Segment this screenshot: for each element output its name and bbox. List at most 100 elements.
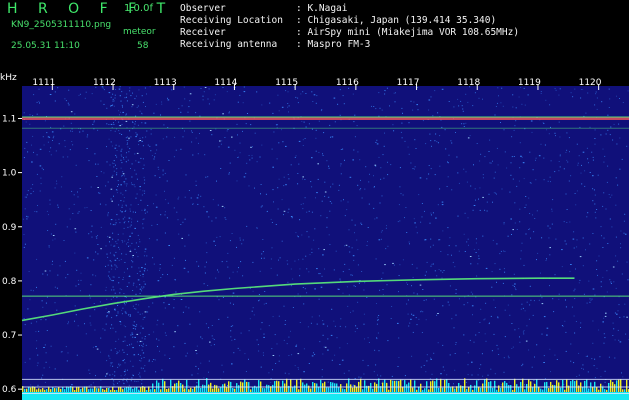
speckle-dot	[615, 255, 617, 257]
speckle-dot	[524, 310, 526, 312]
x-tick-label: 1119	[518, 78, 541, 88]
speckle-dot	[196, 261, 198, 263]
speckle-dot	[52, 239, 54, 241]
speckle-dot	[122, 194, 124, 196]
speckle-dot	[124, 216, 126, 218]
speckle-dot	[596, 108, 598, 110]
speckle-dot	[386, 284, 388, 286]
speckle-dot	[144, 316, 146, 318]
speckle-dot	[467, 364, 469, 366]
speckle-dot	[126, 93, 128, 95]
speckle-dot	[583, 293, 585, 295]
speckle-dot	[110, 223, 112, 225]
speckle-dot	[233, 352, 235, 354]
speckle-dot	[177, 325, 179, 327]
speckle-dot	[63, 125, 65, 127]
speckle-dot	[144, 365, 146, 367]
speckle-dot	[411, 263, 413, 265]
speckle-dot	[437, 112, 439, 114]
speckle-dot	[168, 245, 170, 246]
speckle-dot	[529, 228, 531, 230]
speckle-dot	[574, 88, 576, 90]
speckle-dot	[377, 316, 379, 318]
speckle-dot	[481, 353, 483, 355]
speckle-dot	[129, 130, 131, 132]
speckle-dot	[110, 279, 112, 281]
speckle-dot	[378, 315, 380, 316]
speckle-dot	[275, 224, 277, 225]
speckle-dot	[489, 162, 491, 164]
speckle-dot	[123, 200, 125, 202]
speckle-dot	[465, 93, 467, 95]
speckle-dot	[454, 353, 456, 354]
floor-spike	[420, 383, 422, 392]
speckle-dot	[29, 114, 31, 116]
speckle-dot	[408, 241, 410, 243]
speckle-dot	[113, 380, 115, 382]
speckle-dot	[398, 275, 400, 276]
speckle-dot	[316, 95, 318, 97]
speckle-dot	[541, 237, 543, 239]
speckle-dot	[108, 138, 110, 140]
floor-spike	[226, 387, 228, 392]
speckle-dot	[50, 233, 52, 235]
speckle-dot	[524, 384, 525, 386]
speckle-dot	[111, 176, 113, 178]
speckle-dot	[456, 156, 458, 158]
speckle-dot	[595, 91, 597, 93]
floor-spike	[444, 380, 446, 392]
speckle-dot	[277, 208, 279, 210]
speckle-dot	[77, 212, 79, 214]
speckle-dot	[100, 337, 102, 339]
speckle-dot	[552, 199, 554, 201]
speckle-dot	[497, 102, 498, 104]
speckle-dot	[357, 249, 359, 251]
speckle-dot	[286, 343, 288, 345]
speckle-dot	[609, 98, 611, 100]
speckle-dot	[37, 362, 39, 364]
speckle-dot	[64, 140, 66, 142]
speckle-dot	[131, 182, 132, 184]
speckle-dot	[164, 354, 166, 356]
speckle-dot	[199, 115, 201, 117]
speckle-dot	[242, 102, 244, 104]
speckle-dot	[331, 359, 333, 361]
speckle-dot	[272, 316, 274, 318]
speckle-dot	[352, 274, 353, 276]
speckle-dot	[138, 374, 140, 375]
speckle-dot	[42, 136, 44, 138]
speckle-dot	[112, 280, 114, 282]
speckle-dot	[125, 373, 126, 375]
receiver-label: Receiver	[180, 27, 226, 38]
floor-spike	[410, 379, 412, 392]
speckle-dot	[602, 276, 604, 278]
speckle-dot	[367, 365, 369, 367]
x-tick-label: 1114	[214, 78, 237, 88]
speckle-dot	[298, 163, 300, 165]
speckle-dot	[124, 340, 126, 342]
speckle-dot	[156, 149, 158, 151]
speckle-dot	[520, 258, 522, 260]
speckle-dot	[344, 263, 346, 265]
speckle-dot	[54, 286, 56, 288]
speckle-dot	[587, 212, 589, 214]
speckle-dot	[429, 222, 431, 224]
speckle-dot	[337, 103, 339, 105]
speckle-dot	[126, 381, 128, 383]
speckle-dot	[110, 362, 112, 364]
speckle-dot	[491, 271, 493, 273]
speckle-dot	[483, 319, 485, 321]
speckle-dot	[103, 89, 105, 91]
speckle-dot	[322, 323, 325, 325]
speckle-dot	[251, 154, 253, 156]
speckle-dot	[559, 155, 561, 157]
floor-spike	[492, 387, 494, 392]
floor-spike	[468, 386, 470, 392]
speckle-dot	[488, 193, 490, 195]
speckle-dot	[185, 355, 187, 357]
speckle-dot	[206, 211, 208, 213]
speckle-dot	[407, 283, 408, 285]
speckle-dot	[120, 154, 122, 156]
speckle-dot	[571, 306, 573, 308]
speckle-dot	[137, 353, 139, 355]
